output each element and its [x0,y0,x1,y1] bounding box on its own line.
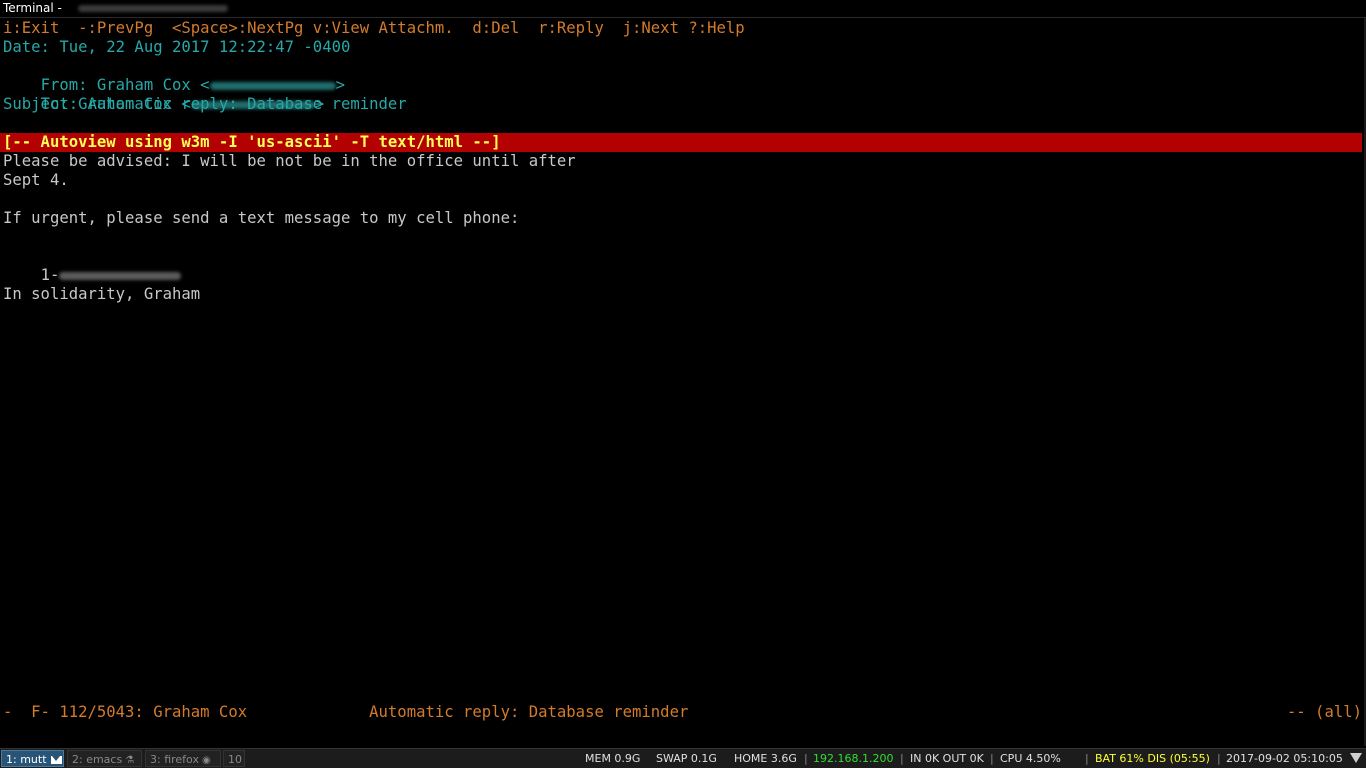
workspace-1-button[interactable]: 1: mutt [1,750,64,767]
workspace-10-label: 10 [228,753,242,766]
separator: | [1217,752,1221,765]
body-line-1: Please be advised: I will be not be in t… [3,152,576,170]
volume-icon[interactable] [1350,753,1362,763]
body-phone: 1- [3,247,182,284]
body-line-2: Sept 4. [3,171,69,189]
globe-icon: ◉ [201,755,211,766]
ip-stat: 192.168.1.200 [813,752,894,765]
battery-stat: BAT 61% DIS (05:55) [1095,752,1210,765]
mem-stat: MEM 0.9G [585,752,641,765]
header-date: Date: Tue, 22 Aug 2017 12:22:47 -0400 [3,38,351,56]
status-bar: 1: mutt 2: emacs ⚗ 3: firefox ◉ 10 MEM 0.9… [0,748,1366,768]
autoview-text: [-- Autoview using w3m -I 'us-ascii' -T … [3,133,501,151]
workspace-10-button[interactable]: 10 [223,750,245,767]
swap-stat: SWAP 0.1G [656,752,717,765]
redacted-phone [59,271,182,280]
body-line-3: If urgent, please send a text message to… [3,209,520,227]
window-title: Terminal - [3,1,62,15]
header-from: From: Graham Cox < > [3,57,345,94]
help-bar: i:Exit -:PrevPg <Space>:NextPg v:View At… [3,19,745,37]
workspace-3-button[interactable]: 3: firefox ◉ [145,750,221,767]
pager-position: -- (all) [1286,703,1362,721]
redacted-title [78,5,228,12]
workspace-2-label: 2: emacs [72,753,123,766]
header-subject: Subject: Automatic reply: Database remin… [3,95,407,113]
separator: | [900,752,904,765]
home-stat: HOME 3.6G [734,752,797,765]
workspace-1-label: 1: mutt [6,753,47,766]
pager-status-line: - F- 112/5043: Graham Cox Automatic repl… [3,703,689,721]
terminal-pane[interactable]: i:Exit -:PrevPg <Space>:NextPg v:View At… [0,18,1364,746]
flask-icon: ⚗ [125,755,135,766]
separator: | [990,752,994,765]
net-stat: IN 0K OUT 0K [910,752,984,765]
separator: | [1085,752,1089,765]
body-signoff: In solidarity, Graham [3,285,201,303]
header-to: To: Graham Cox < > [3,76,325,113]
window-titlebar: Terminal - [0,0,1366,18]
header-from-suffix: > [335,76,345,94]
cpu-stat: CPU 4.50% [1000,752,1061,765]
separator: | [804,752,808,765]
workspace-2-button[interactable]: 2: emacs ⚗ [67,750,142,767]
envelope-icon [50,756,62,764]
datetime-stat: 2017-09-02 05:10:05 [1226,752,1343,765]
workspace-3-label: 3: firefox [150,753,199,766]
phone-prefix: 1- [40,266,60,284]
autoview-banner: [-- Autoview using w3m -I 'us-ascii' -T … [0,133,1362,152]
